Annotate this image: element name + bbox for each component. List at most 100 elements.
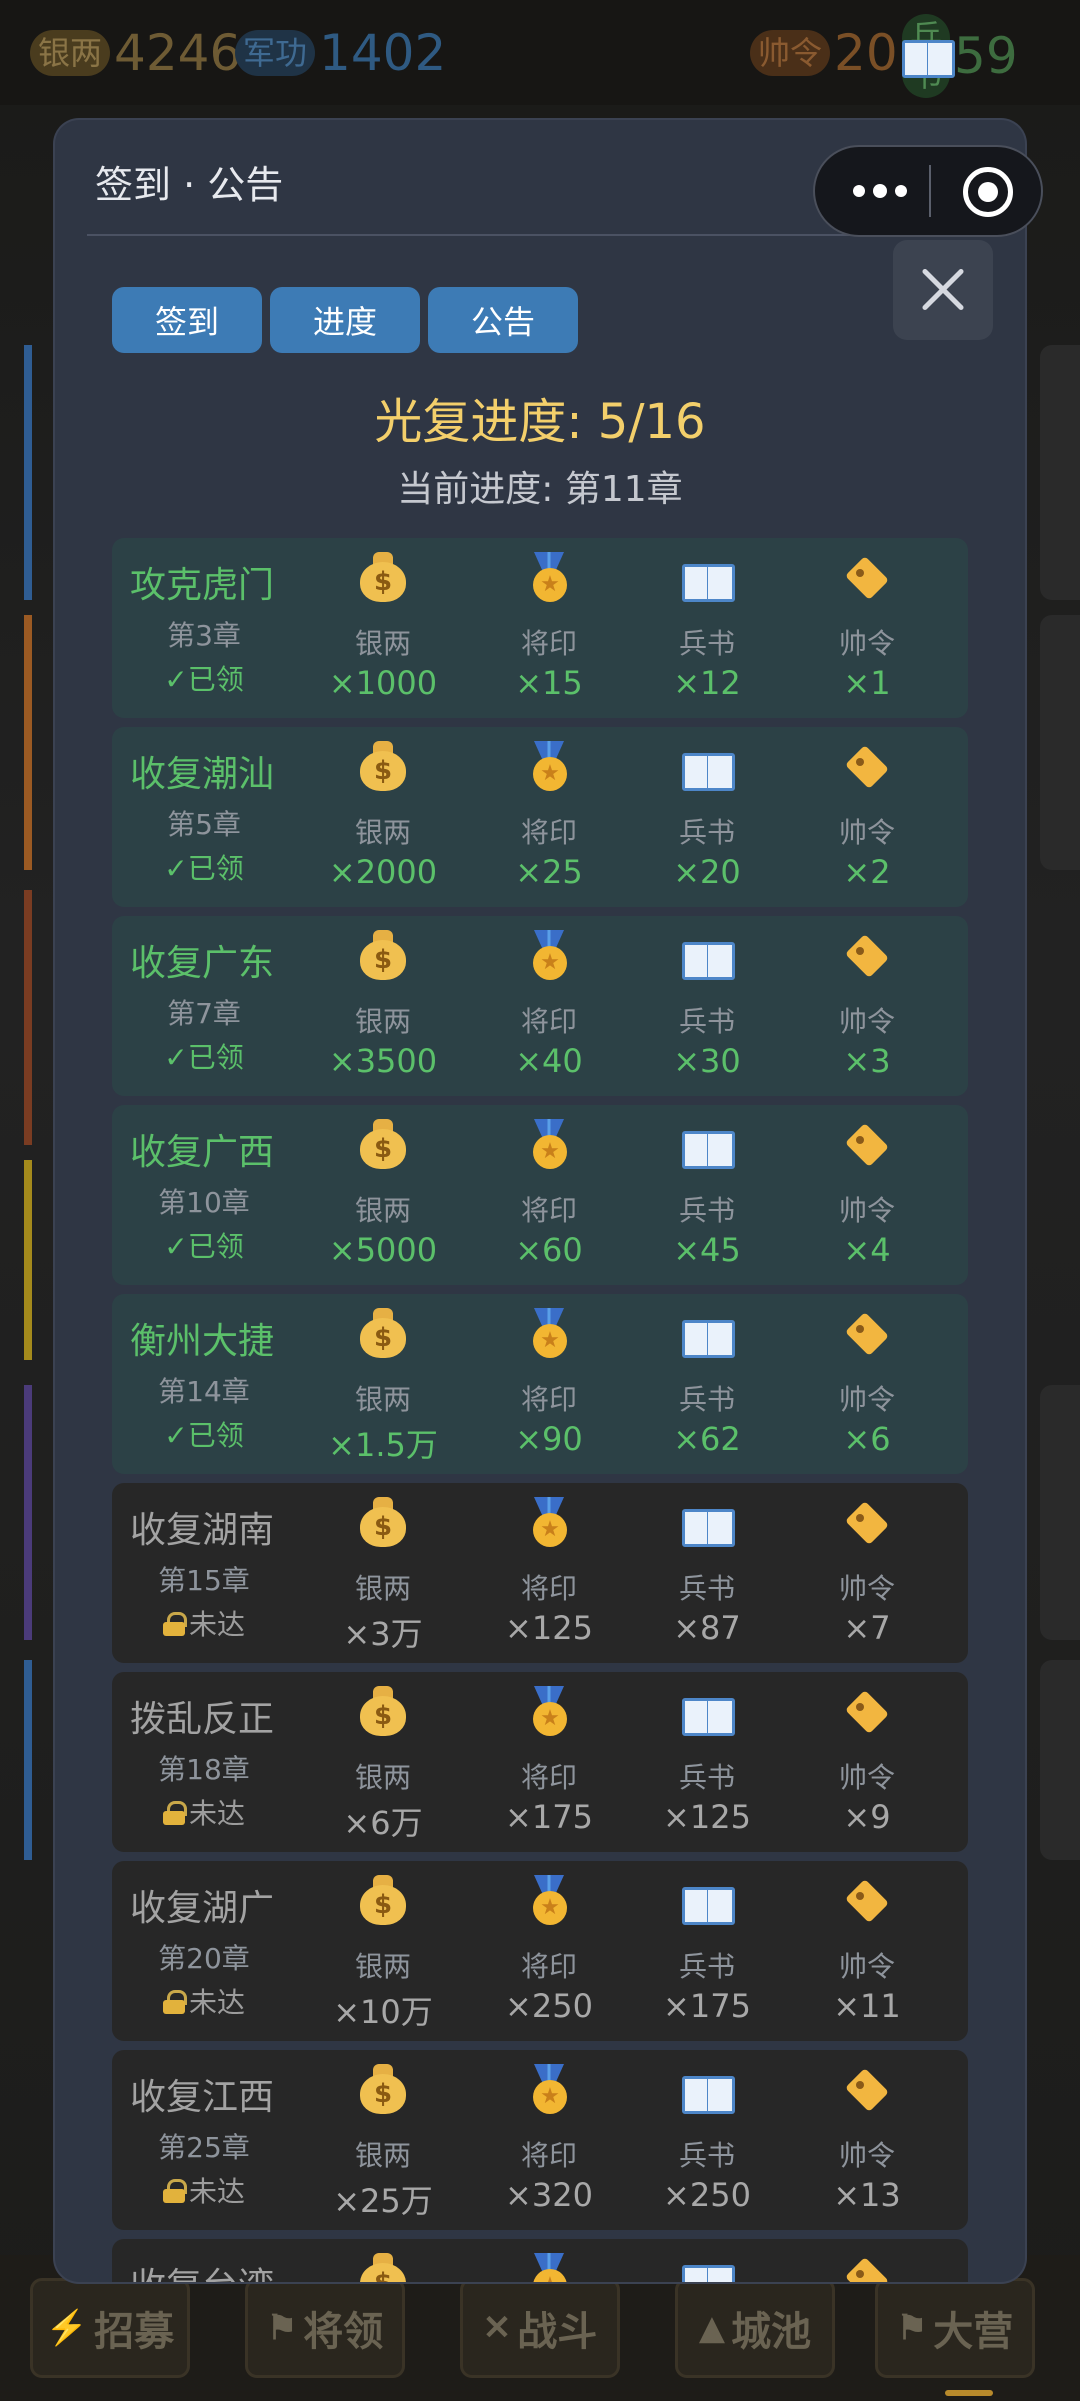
reward-label: 帅令: [838, 2139, 895, 2172]
reward-value: ×11: [833, 1987, 901, 2025]
close-button[interactable]: [893, 240, 993, 340]
milestone-chapter: 第18章: [158, 1753, 250, 1786]
nav-recruit[interactable]: ⚡ 招募: [30, 2278, 190, 2378]
money-bag-icon: [360, 1875, 406, 1925]
reward-value: ×40: [515, 1042, 583, 1080]
reward-value: ×250: [505, 1987, 593, 2025]
swords-icon: ✕: [482, 2308, 512, 2348]
tab-progress[interactable]: 进度: [270, 287, 420, 353]
reward-item: 银两 ×2000: [308, 727, 458, 907]
reward-value: ×7: [843, 1609, 891, 1647]
medal-icon: [526, 1875, 572, 1927]
nav-generals-label: 将领: [303, 2308, 384, 2355]
progress-list: 攻克虎门第3章✓已领银两×1000将印×15兵书×12帅令×1收复潮汕第5章✓已…: [112, 538, 968, 2282]
reward-value: ×320: [505, 2176, 593, 2214]
milestone-status: 未达: [112, 2170, 296, 2210]
reward-item: 帅令 ×7: [792, 1483, 942, 1663]
reward-value: ×13: [833, 2176, 901, 2214]
reward-value: ×3500: [328, 1042, 438, 1080]
reward-label: 帅令: [838, 1761, 895, 1794]
reward-item: 兵书: [632, 2239, 782, 2282]
milestone-chapter: 第10章: [158, 1186, 250, 1219]
reward-item: 将印 ×15: [474, 538, 624, 718]
reward-label: 兵书: [678, 2139, 735, 2172]
milestone-card: 收复湖广第20章未达 银两 ×10万 将印 ×250 兵书 ×175 帅令 ×11: [112, 1861, 968, 2041]
reward-label: 兵书: [678, 627, 735, 660]
reward-label: 帅令: [838, 1572, 895, 1605]
reward-label: 帅令: [838, 816, 895, 849]
reward-label: 兵书: [678, 1761, 735, 1794]
reward-label: 银两: [354, 1950, 411, 1983]
reward-value: ×3万: [343, 1615, 423, 1653]
tag-icon: [844, 745, 890, 791]
capsule-divider: [929, 165, 931, 217]
milestone-name: 攻克虎门: [130, 565, 275, 606]
money-bag-icon: [360, 1497, 406, 1547]
reward-item: 帅令: [792, 2239, 942, 2282]
money-bag-icon: [360, 1119, 406, 1169]
reward-label: 银两: [354, 1761, 411, 1794]
reward-label: 兵书: [678, 1950, 735, 1983]
nav-generals[interactable]: ⚑ 将领: [245, 2278, 405, 2378]
milestone-card: 收复潮汕第5章 ✓已领 银两 ×2000 将印 ×25 兵书 ×20 帅令 ×2: [112, 727, 968, 907]
medal-icon: [526, 2064, 572, 2116]
tab-checkin[interactable]: 签到: [112, 287, 262, 353]
exit-target-icon[interactable]: [963, 167, 1013, 217]
nav-city-label: 城池: [731, 2308, 812, 2355]
city-icon: ▲: [698, 2308, 726, 2348]
money-bag-icon: [360, 1308, 406, 1358]
resource-bar: 银两 4246 军功 1402 帅令 20 兵书 59: [0, 0, 1080, 105]
reward-item: 兵书 ×12: [632, 538, 782, 718]
reward-value: ×62: [673, 1420, 741, 1458]
reward-value: ×250: [663, 2176, 751, 2214]
book-icon: [682, 1505, 735, 1547]
money-bag-icon: [360, 2253, 406, 2282]
tab-announcement[interactable]: 公告: [428, 287, 578, 353]
more-icon[interactable]: [853, 147, 907, 235]
reward-item: 兵书 ×30: [632, 916, 782, 1096]
medal-icon: [526, 1686, 572, 1738]
miniprogram-capsule: [813, 145, 1043, 237]
reward-item: 帅令 ×13: [792, 2050, 942, 2230]
reward-item: 银两 ×5000: [308, 1105, 458, 1285]
reward-item: 银两: [308, 2239, 458, 2282]
reward-item: 帅令 ×4: [792, 1105, 942, 1285]
bg-side-stripe: [24, 1160, 32, 1360]
milestone-chapter: 第14章: [158, 1375, 250, 1408]
reward-item: 兵书 ×175: [632, 1861, 782, 2041]
reward-item: 将印 ×125: [474, 1483, 624, 1663]
money-bag-icon: [360, 2064, 406, 2114]
bg-side-stripe: [24, 1385, 32, 1640]
nav-battle[interactable]: ✕ 战斗: [460, 2278, 620, 2378]
bg-panel: [1040, 345, 1080, 600]
modal-title: 签到 · 公告: [95, 163, 284, 207]
reward-label: 兵书: [678, 1005, 735, 1038]
milestone-status: ✓已领: [112, 1414, 296, 1454]
money-bag-icon: [360, 930, 406, 980]
reward-item: 将印 ×320: [474, 2050, 624, 2230]
tag-icon: [844, 556, 890, 602]
reward-item: 兵书 ×87: [632, 1483, 782, 1663]
reward-item: 将印 ×250: [474, 1861, 624, 2041]
reward-label: 兵书: [678, 816, 735, 849]
reward-value: ×2: [843, 853, 891, 891]
nav-camp[interactable]: ⚑ 大营: [875, 2278, 1035, 2378]
reward-item: 帅令 ×1: [792, 538, 942, 718]
reward-value: ×2000: [328, 853, 438, 891]
tag-icon: [844, 1501, 890, 1547]
milestone-info: 收复江西 第25章 未达: [112, 2050, 296, 2230]
reward-label: 银两: [354, 1194, 411, 1227]
milestone-name: 收复广西: [130, 1132, 275, 1173]
milestone-chapter: 第5章: [167, 808, 241, 841]
medal-icon: [526, 2253, 572, 2282]
nav-city[interactable]: ▲ 城池: [675, 2278, 835, 2378]
reward-item: 兵书 ×20: [632, 727, 782, 907]
tag-icon: [844, 1123, 890, 1169]
milestone-status: ✓已领: [112, 658, 296, 698]
lock-icon: [162, 1612, 187, 1636]
milestone-status-text: 未达: [188, 1608, 245, 1641]
tag-icon: [844, 2257, 890, 2282]
reward-value: ×25万: [333, 2182, 433, 2220]
order-label: 帅令: [750, 30, 831, 76]
milestone-info: 收复台湾: [112, 2239, 296, 2282]
